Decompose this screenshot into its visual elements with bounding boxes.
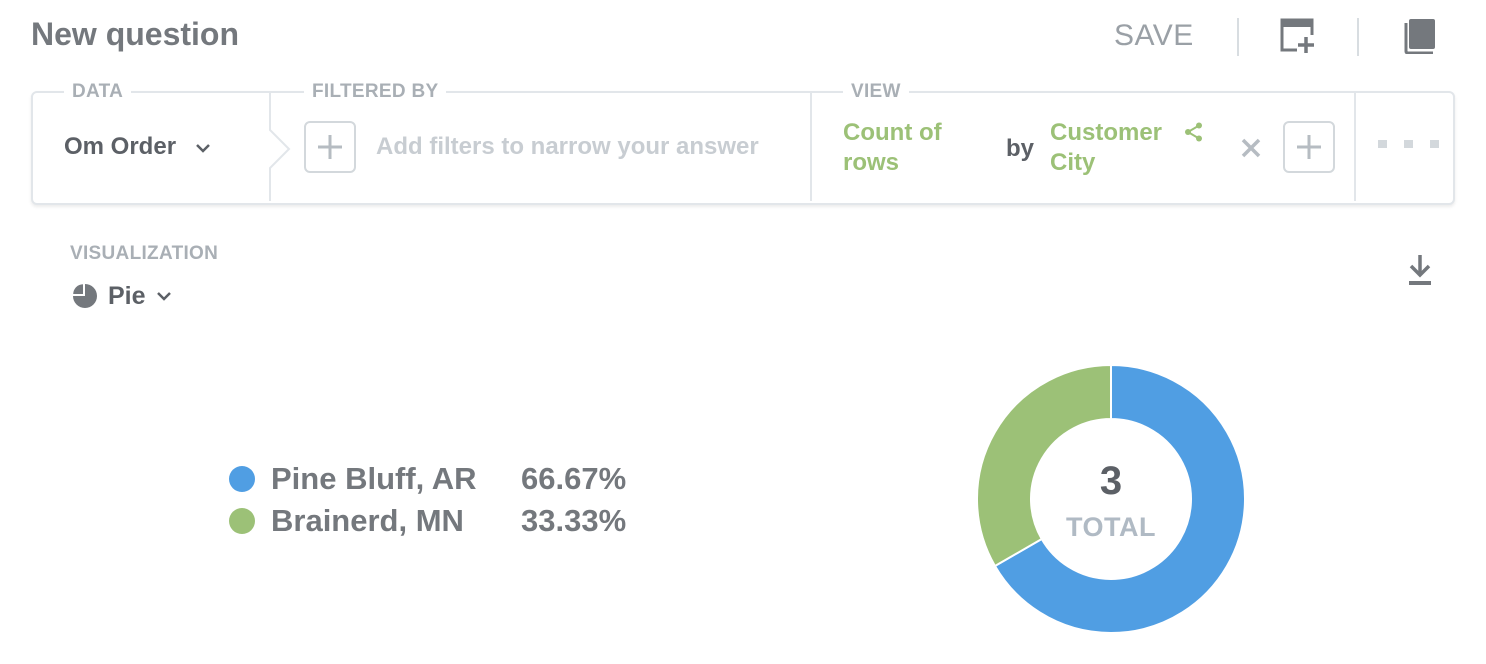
aggregation-selector[interactable]: Count of rows <box>843 118 942 178</box>
connection-icon <box>1185 122 1202 142</box>
save-button[interactable]: SAVE <box>1114 19 1194 53</box>
reference-book-icon[interactable] <box>1403 18 1437 59</box>
section-line <box>460 91 810 93</box>
breakout-label-line2: City <box>1050 149 1096 176</box>
section-line <box>143 91 271 93</box>
filter-placeholder[interactable]: Add filters to narrow your answer <box>376 133 759 161</box>
section-divider <box>810 93 812 201</box>
chevron-down-icon <box>195 143 210 153</box>
section-divider <box>1354 93 1356 201</box>
add-breakout-button[interactable] <box>1283 121 1335 173</box>
breakout-label-line1: Customer <box>1050 119 1163 146</box>
visualization-type-selector[interactable]: Pie <box>72 280 172 312</box>
legend-color-dot <box>229 508 255 534</box>
step-arrow-divider <box>269 93 291 201</box>
more-options-icon[interactable] <box>1378 139 1440 149</box>
total-label: TOTAL <box>1066 512 1156 542</box>
legend-percent: 66.67% <box>521 461 627 496</box>
total-value: 3 <box>1099 459 1123 503</box>
legend-color-dot <box>229 466 255 492</box>
legend-label: Brainerd, MN <box>271 503 464 538</box>
data-section-label: DATA <box>64 81 132 103</box>
aggregation-label-line2: rows <box>843 149 900 176</box>
page-title: New question <box>31 16 240 52</box>
remove-breakout-icon[interactable] <box>1240 137 1262 159</box>
download-icon[interactable] <box>1407 254 1433 288</box>
visualization-type-name: Pie <box>108 281 146 310</box>
legend-percent: 33.33% <box>521 503 627 538</box>
add-to-dashboard-icon[interactable] <box>1280 18 1316 59</box>
filter-section-label: FILTERED BY <box>304 81 447 103</box>
header-divider <box>1237 18 1239 56</box>
header-divider <box>1357 18 1359 56</box>
plus-icon <box>1297 135 1321 159</box>
chevron-down-icon <box>156 292 171 301</box>
plus-icon <box>318 135 342 159</box>
breakout-selector[interactable]: Customer City <box>1050 118 1162 178</box>
view-section-label: VIEW <box>843 81 909 103</box>
section-line <box>922 91 1352 93</box>
legend-item[interactable]: Pine Bluff, AR 66.67% <box>229 461 626 497</box>
add-filter-button[interactable] <box>304 121 356 173</box>
by-label: by <box>1006 135 1035 162</box>
pie-chart-icon <box>73 284 97 308</box>
legend-item[interactable]: Brainerd, MN 33.33% <box>229 503 626 539</box>
legend-label: Pine Bluff, AR <box>271 461 477 496</box>
data-source-name: Om Order <box>64 133 177 160</box>
data-source-selector[interactable]: Om Order <box>64 133 211 161</box>
aggregation-label-line1: Count of <box>843 119 942 146</box>
visualization-label: VISUALIZATION <box>70 243 219 264</box>
